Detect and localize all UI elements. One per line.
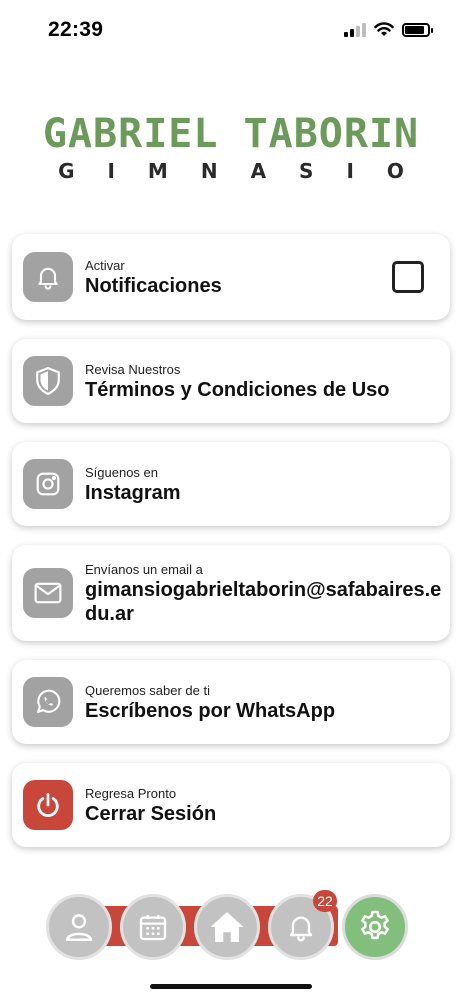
nav-home-button[interactable] bbox=[194, 894, 260, 960]
notification-badge: 22 bbox=[313, 890, 337, 912]
whatsapp-card[interactable]: Queremos saber de ti Escríbenos por What… bbox=[12, 660, 450, 744]
nav-calendar-button[interactable] bbox=[120, 894, 186, 960]
logo-title: GABRIEL TABORIN bbox=[42, 111, 420, 157]
battery-icon bbox=[402, 22, 433, 37]
email-card[interactable]: Envíanos un email a gimansiogabrieltabor… bbox=[12, 545, 450, 641]
wifi-icon bbox=[374, 22, 394, 36]
terms-card[interactable]: Revisa Nuestros Términos y Condiciones d… bbox=[12, 339, 450, 423]
nav-settings-button[interactable] bbox=[342, 894, 408, 960]
card-subtitle: Envíanos un email a bbox=[85, 561, 203, 577]
bottom-nav: 22 bbox=[0, 890, 462, 972]
card-title: Cerrar Sesión bbox=[85, 802, 217, 825]
bell-icon bbox=[23, 252, 73, 302]
card-title: Notificaciones bbox=[85, 274, 222, 297]
card-subtitle: Síguenos en bbox=[85, 464, 159, 480]
signal-icon bbox=[344, 22, 366, 37]
profile-icon bbox=[65, 914, 93, 941]
card-title: Instagram bbox=[85, 481, 181, 504]
notifications-card[interactable]: Activar Notificaciones bbox=[12, 234, 450, 320]
whatsapp-icon bbox=[23, 677, 73, 727]
calendar-icon bbox=[139, 915, 167, 941]
card-subtitle: Regresa Pronto bbox=[85, 785, 177, 801]
card-title: Términos y Condiciones de Uso bbox=[85, 378, 390, 401]
home-icon bbox=[210, 912, 244, 942]
instagram-card[interactable]: Síguenos en Instagram bbox=[12, 442, 450, 526]
notifications-text: Activar Notificaciones bbox=[85, 257, 392, 298]
whatsapp-text: Queremos saber de ti Escríbenos por What… bbox=[85, 682, 450, 723]
mail-icon bbox=[23, 568, 73, 618]
power-icon bbox=[23, 780, 73, 830]
nav-profile-button[interactable] bbox=[46, 894, 112, 960]
status-icons bbox=[344, 22, 433, 37]
instagram-icon bbox=[23, 459, 73, 509]
instagram-text: Síguenos en Instagram bbox=[85, 464, 450, 505]
status-bar: 22:39 bbox=[0, 0, 462, 60]
shield-icon bbox=[23, 356, 73, 406]
logo-subtitle: GIMNASIO bbox=[58, 159, 437, 183]
card-title: Escríbenos por WhatsApp bbox=[85, 699, 336, 722]
card-subtitle: Queremos saber de ti bbox=[85, 682, 211, 698]
gear-icon bbox=[361, 910, 389, 940]
terms-text: Revisa Nuestros Términos y Condiciones d… bbox=[85, 361, 450, 402]
status-time: 22:39 bbox=[48, 18, 104, 41]
card-subtitle: Activar bbox=[85, 257, 125, 273]
email-address[interactable]: gimansiogabrieltaborin@safabaires.edu.ar bbox=[85, 578, 450, 626]
gym-logo: GABRIEL TABORIN GIMNASIO bbox=[0, 112, 462, 184]
card-subtitle: Revisa Nuestros bbox=[85, 361, 181, 377]
home-indicator bbox=[150, 984, 312, 989]
logout-text: Regresa Pronto Cerrar Sesión bbox=[85, 785, 450, 826]
email-text: Envíanos un email a gimansiogabrieltabor… bbox=[85, 561, 450, 626]
bell-icon bbox=[289, 916, 313, 942]
logout-card[interactable]: Regresa Pronto Cerrar Sesión bbox=[12, 763, 450, 847]
notifications-checkbox[interactable] bbox=[392, 261, 424, 293]
